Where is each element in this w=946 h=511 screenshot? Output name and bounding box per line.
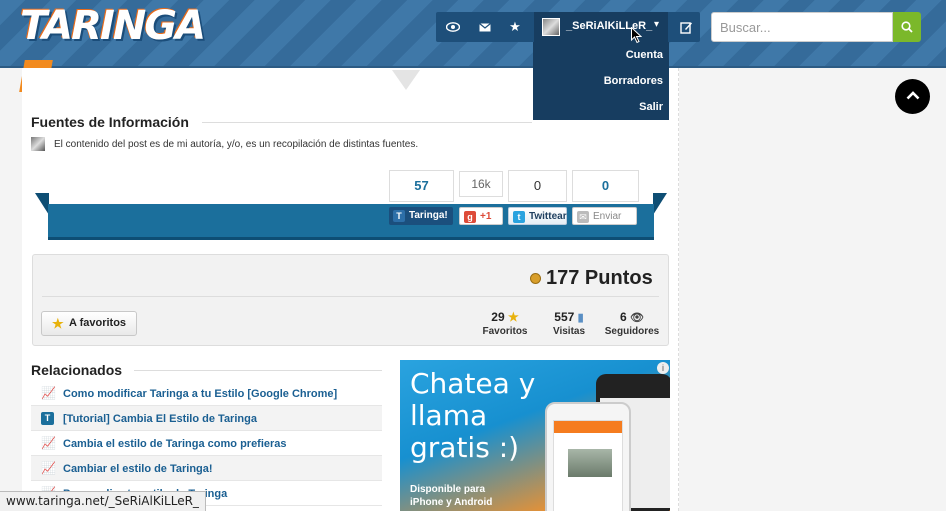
search-icon xyxy=(901,21,913,33)
eye-icon[interactable] xyxy=(438,12,468,42)
site-header: TARINGA ★ _SeRiAlKiLLeR_ ▾ xyxy=(0,0,946,92)
related-item[interactable]: 📈 Cambiar el estilo de Taringa! xyxy=(31,456,382,481)
chart-icon: 📈 xyxy=(41,461,56,475)
taringa-icon: T xyxy=(393,210,405,222)
star-icon: ★ xyxy=(507,310,519,324)
taringa-share-button[interactable]: T Taringa! xyxy=(389,207,453,225)
related-title: Relacionados xyxy=(31,362,123,378)
divider xyxy=(202,122,532,123)
gplus-button[interactable]: g +1 xyxy=(459,207,503,225)
tweet-button[interactable]: t Twittear xyxy=(508,207,567,225)
user-menu-toggle[interactable]: _SeRiAlKiLLeR_ ▾ xyxy=(534,12,668,42)
menu-item-cuenta[interactable]: Cuenta xyxy=(533,42,669,68)
chart-icon: 📈 xyxy=(41,436,56,450)
browser-status-bar: www.taringa.net/_SeRiAlKiLLeR_ xyxy=(0,491,206,511)
ad-info-icon[interactable]: i xyxy=(657,362,669,374)
ad-headline: Chatea y llama gratis :) xyxy=(410,367,536,464)
stat-visits: 557 ▮ Visitas xyxy=(552,310,586,337)
points-total: 177 Puntos xyxy=(546,267,653,289)
taringa-tag-icon: T xyxy=(41,412,54,425)
scroll-to-top-button[interactable] xyxy=(895,79,930,114)
chevron-down-icon: ▾ xyxy=(654,19,660,30)
advertisement[interactable]: Chatea y llama gratis :) Disponible para… xyxy=(400,360,670,511)
chevron-up-icon xyxy=(906,91,919,100)
user-dropdown-menu: Cuenta Borradores Salir xyxy=(533,42,669,120)
star-icon[interactable]: ★ xyxy=(500,12,530,42)
stat-followers: 6 👁 Seguidores xyxy=(604,310,660,337)
star-plus-icon: ★ xyxy=(52,316,64,331)
menu-item-borradores[interactable]: Borradores xyxy=(533,68,669,94)
user-toolbar: ★ _SeRiAlKiLLeR_ ▾ xyxy=(436,12,700,42)
email-share-count: 0 xyxy=(572,170,639,202)
compose-icon[interactable] xyxy=(672,12,700,42)
taringa-share-count: 57 xyxy=(389,170,454,202)
mail-icon: ✉ xyxy=(577,211,589,223)
twitter-share-count: 0 xyxy=(508,170,567,202)
mouse-cursor-icon xyxy=(631,26,643,49)
email-share-button[interactable]: ✉ Enviar xyxy=(572,207,637,225)
add-favorite-button[interactable]: ★ A favoritos xyxy=(41,311,137,336)
chart-icon: 📈 xyxy=(41,386,56,400)
search-bar xyxy=(711,12,921,42)
mail-icon[interactable] xyxy=(470,12,500,42)
coin-icon xyxy=(530,273,541,284)
related-item[interactable]: 📈 Como modificar Taringa a tu Estilo [Go… xyxy=(31,381,382,406)
related-item[interactable]: 📈 Cambia el estilo de Taringa como prefi… xyxy=(31,431,382,456)
phone-image-front xyxy=(545,402,631,511)
search-input[interactable] xyxy=(711,12,893,42)
author-avatar xyxy=(31,137,45,151)
dropdown-pointer xyxy=(392,70,420,90)
ribbon-tail-right xyxy=(653,193,667,215)
search-button[interactable] xyxy=(893,12,921,42)
sources-title: Fuentes de Información xyxy=(31,114,189,130)
eye-icon: 👁 xyxy=(630,312,644,324)
menu-item-salir[interactable]: Salir xyxy=(533,94,669,120)
stat-favorites: 29 ★ Favoritos xyxy=(482,310,528,337)
avatar xyxy=(542,18,560,36)
gplus-share-count: 16k xyxy=(459,171,503,197)
taringa-logo[interactable]: TARINGA xyxy=(19,2,208,92)
divider xyxy=(134,370,382,371)
divider xyxy=(42,296,659,297)
sources-text: El contenido del post es de mi autoría, … xyxy=(54,139,419,150)
bar-chart-icon: ▮ xyxy=(577,312,584,324)
gplus-icon: g xyxy=(464,211,476,223)
related-item[interactable]: T [Tutorial] Cambia El Estilo de Taringa xyxy=(31,406,382,431)
logo-text: TARINGA xyxy=(20,3,206,49)
ad-subtitle: Disponible para iPhone y Android xyxy=(410,484,493,508)
twitter-icon: t xyxy=(513,211,525,223)
ribbon-tail-left xyxy=(35,193,49,215)
